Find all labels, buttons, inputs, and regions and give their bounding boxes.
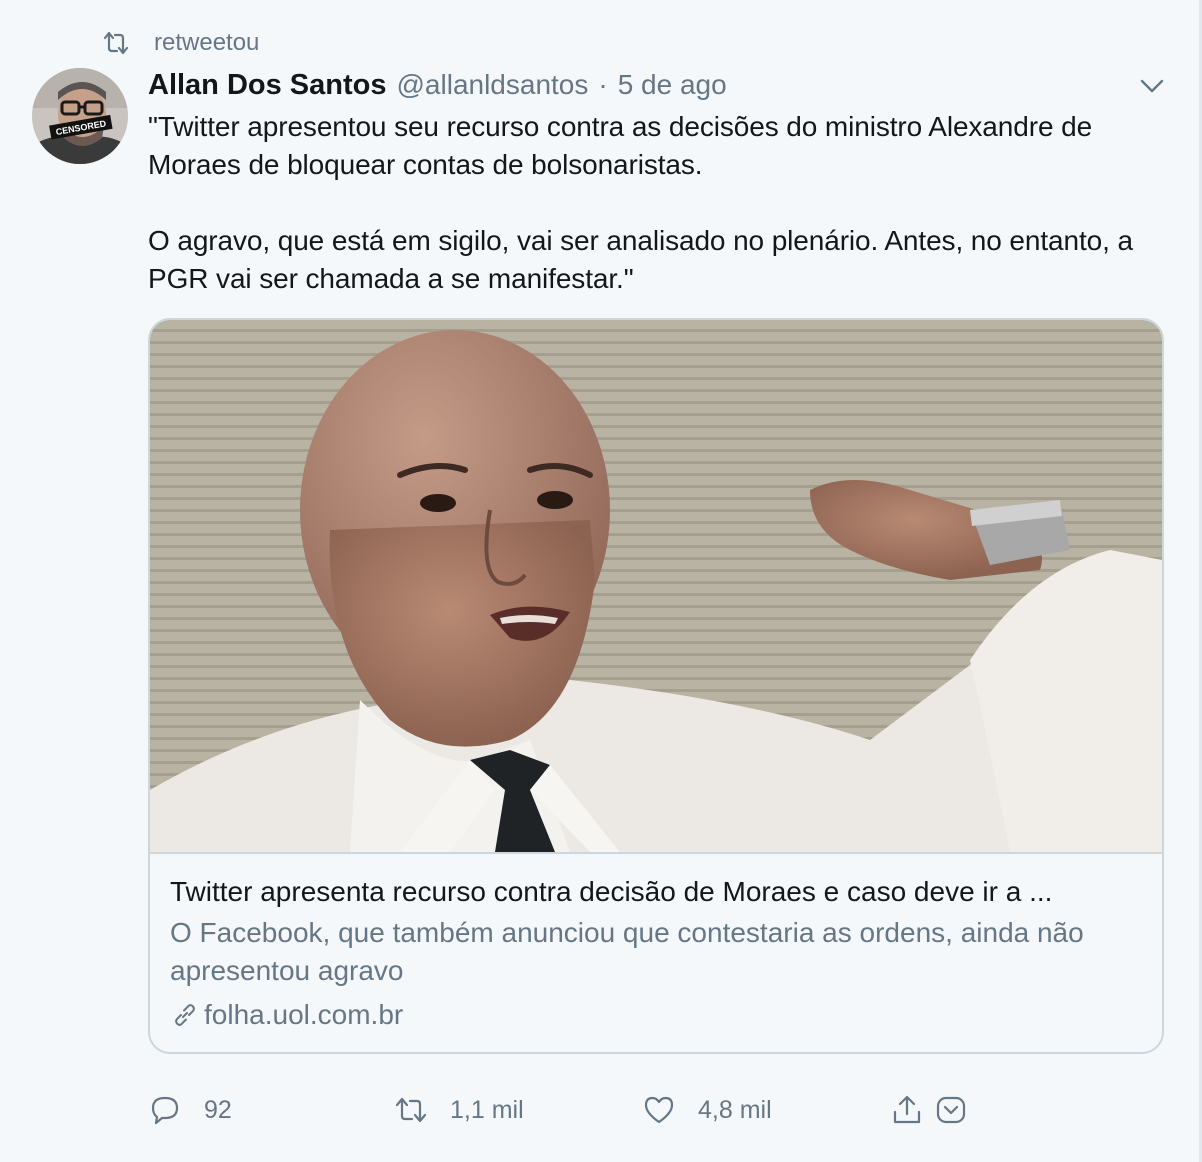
- retweet-context[interactable]: retweetou: [100, 26, 259, 60]
- like-button[interactable]: 4,8 mil: [642, 1090, 772, 1130]
- card-title: Twitter apresenta recurso contra decisão…: [170, 876, 1053, 907]
- card-domain-text: folha.uol.com.br: [204, 999, 404, 1030]
- author-handle[interactable]: @allanldsantos: [397, 69, 589, 101]
- card-image: [150, 320, 1162, 854]
- more-options-chevron-icon[interactable]: [1136, 72, 1168, 100]
- tweet-actions: 92 1,1 mil 4,8 mil: [148, 1090, 1028, 1130]
- share-button[interactable]: [890, 1090, 924, 1130]
- reply-count: 92: [204, 1095, 232, 1124]
- tweet-paragraph: "Twitter apresentou seu recurso contra a…: [148, 111, 1093, 180]
- tweet-timestamp[interactable]: 5 de ago: [618, 69, 727, 101]
- link-icon: [170, 1000, 200, 1030]
- avatar[interactable]: CENSORED: [32, 68, 128, 164]
- author-display-name[interactable]: Allan Dos Santos: [148, 69, 387, 102]
- retweet-count: 1,1 mil: [450, 1095, 524, 1124]
- retweet-icon: [394, 1093, 428, 1127]
- share-icon: [890, 1093, 924, 1127]
- tweet-text: "Twitter apresentou seu recurso contra a…: [148, 108, 1178, 298]
- like-count: 4,8 mil: [698, 1095, 772, 1124]
- retweet-button[interactable]: 1,1 mil: [394, 1090, 524, 1130]
- reply-button[interactable]: 92: [148, 1090, 232, 1130]
- tweet-options-chevron-icon: [934, 1093, 968, 1127]
- retweet-icon: [100, 27, 132, 59]
- heart-icon: [642, 1093, 676, 1127]
- reply-icon: [148, 1093, 182, 1127]
- tweet-header: Allan Dos Santos @allanldsantos · 5 de a…: [148, 64, 727, 106]
- card-description: O Facebook, que também anunciou que cont…: [170, 917, 1084, 986]
- tweet-paragraph: O agravo, que está em sigilo, vai ser an…: [148, 225, 1133, 294]
- add-to-bookmarks-button[interactable]: [934, 1090, 968, 1130]
- link-preview-card[interactable]: Twitter apresenta recurso contra decisão…: [148, 318, 1164, 1054]
- card-domain: folha.uol.com.br: [170, 996, 1150, 1034]
- card-body: Twitter apresenta recurso contra decisão…: [170, 872, 1150, 1034]
- header-separator: ·: [598, 69, 608, 100]
- retweet-label: retweetou: [154, 29, 260, 56]
